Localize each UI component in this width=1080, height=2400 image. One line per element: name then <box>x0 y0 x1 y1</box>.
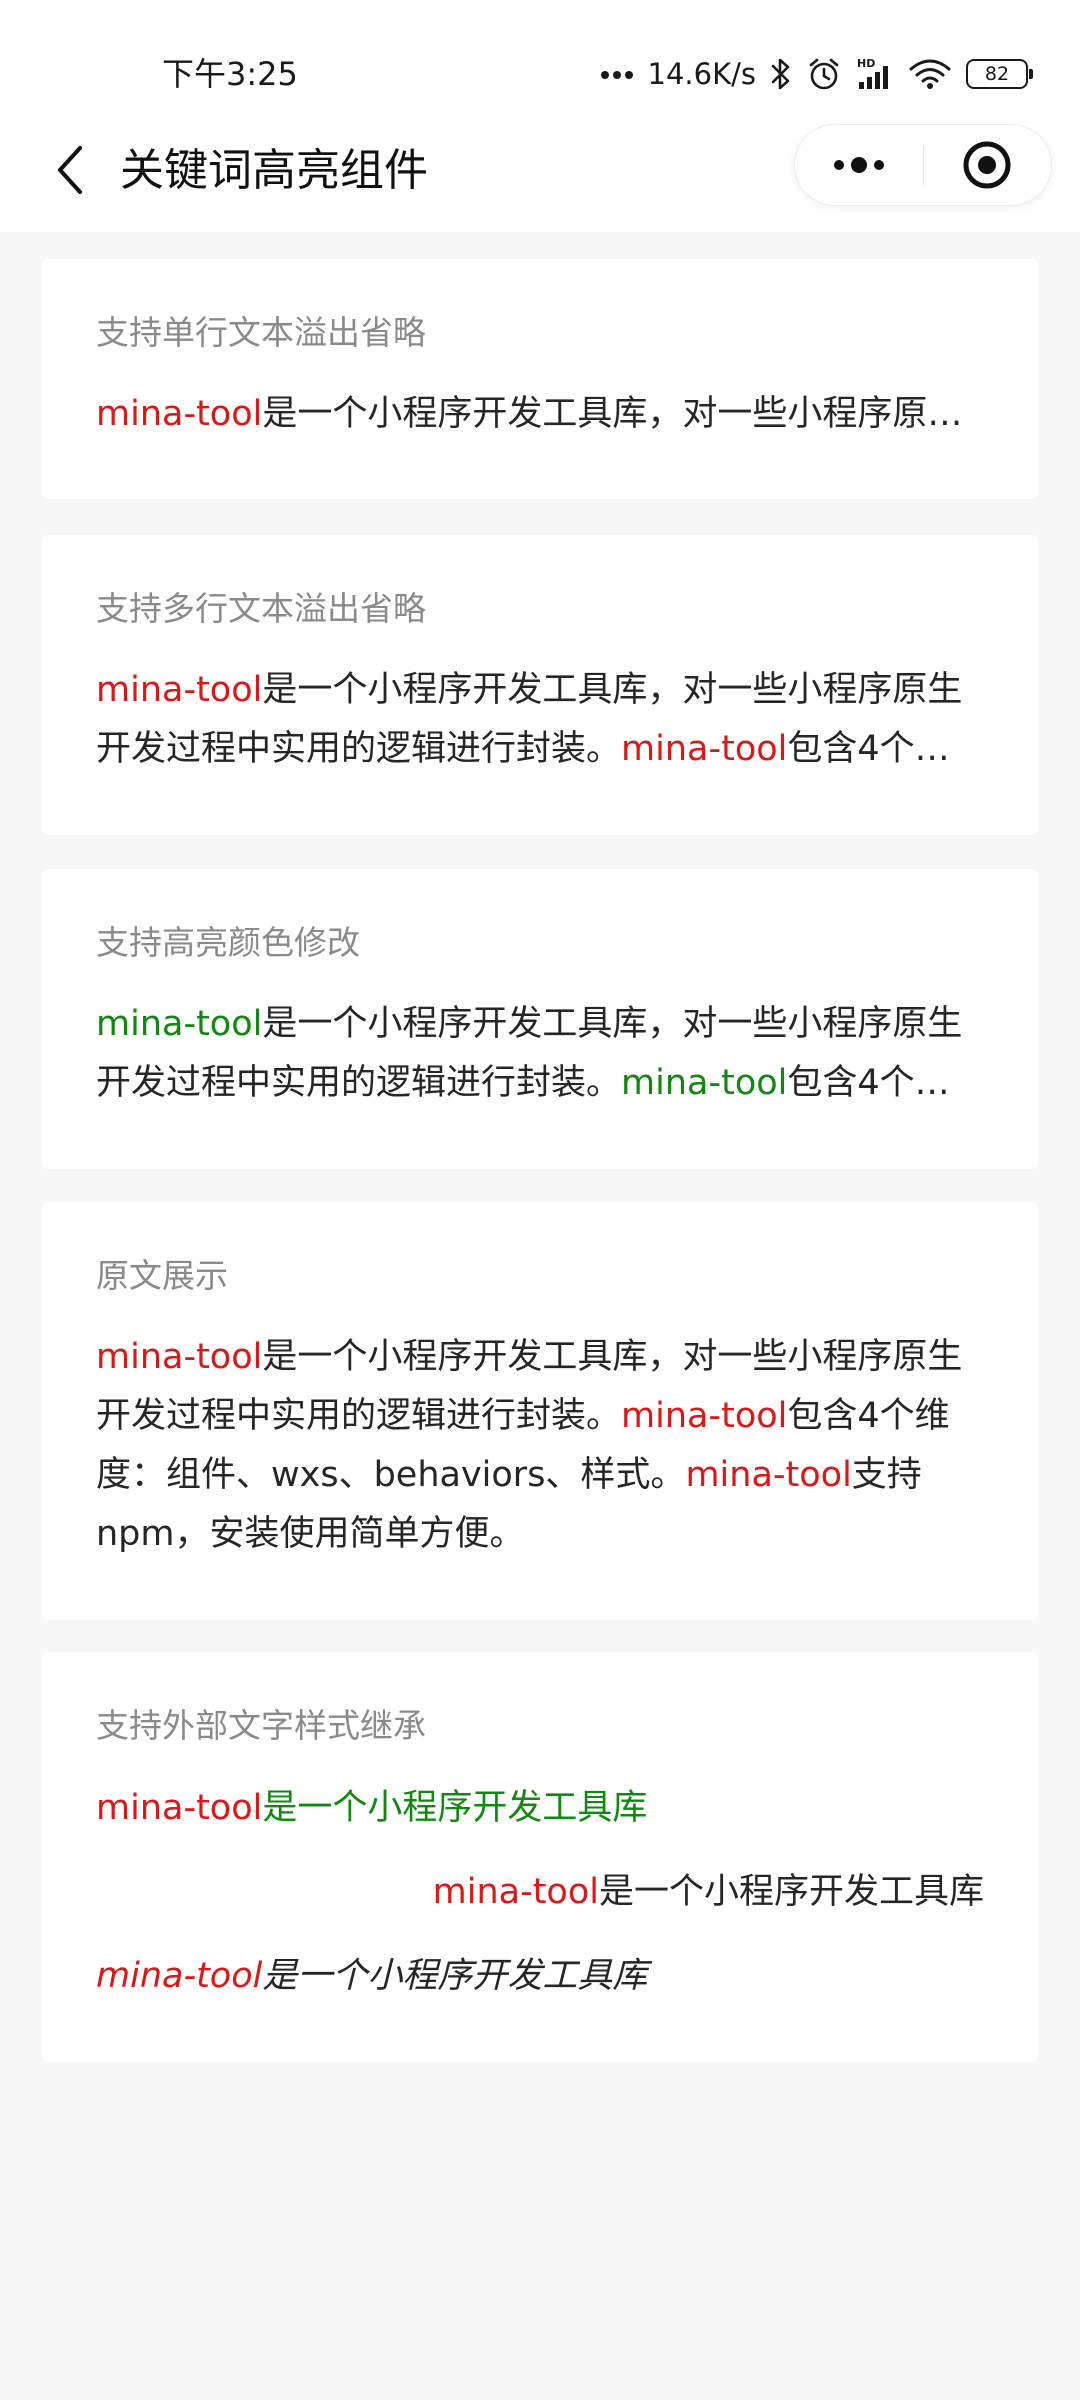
target-circle-icon <box>963 141 1011 189</box>
navigation-bar: 关键词高亮组件 <box>0 110 1080 232</box>
multi-line-ellipsis-card: 支持多行文本溢出省略 mina-tool是一个小程序开发工具库，对一些小程序原生… <box>42 535 1038 835</box>
card-title: 支持多行文本溢出省略 <box>96 589 426 628</box>
highlight-keyword: mina-tool <box>621 729 788 769</box>
page-title: 关键词高亮组件 <box>120 145 428 196</box>
close-mini-program-button[interactable] <box>924 125 1052 205</box>
back-button[interactable] <box>30 130 110 210</box>
highlight-keyword: mina-tool <box>685 1455 852 1495</box>
highlight-keyword: mina-tool <box>96 394 263 434</box>
wifi-icon <box>908 50 952 98</box>
card-title: 原文展示 <box>96 1256 228 1295</box>
status-time: 下午3:25 <box>162 55 298 93</box>
original-text-card: 原文展示 mina-tool是一个小程序开发工具库，对一些小程序原生开发过程中实… <box>42 1202 1038 1620</box>
more-options-button[interactable] <box>795 125 923 205</box>
highlight-keyword: mina-tool <box>432 1872 599 1912</box>
bluetooth-icon <box>770 50 792 98</box>
highlight-keyword: mina-tool <box>96 1788 263 1828</box>
highlight-keyword: mina-tool <box>96 1004 263 1044</box>
highlight-keyword: mina-tool <box>621 1396 788 1436</box>
more-dots-icon <box>600 50 634 98</box>
alarm-icon <box>806 50 842 98</box>
inherit-style-card: 支持外部文字样式继承 mina-tool是一个小程序开发工具库 mina-too… <box>42 1652 1038 2062</box>
hd-signal-icon: HD <box>856 50 894 98</box>
svg-text:HD: HD <box>857 57 875 70</box>
status-bar: 下午3:25 14.6K/s HD 82 <box>0 0 1080 110</box>
plain-text: 是一个小程序开发工具库 <box>262 1788 648 1828</box>
inherit-align-line: mina-tool是一个小程序开发工具库 <box>96 1862 984 1922</box>
highlight-text: mina-tool是一个小程序开发工具库，对一些小程序原生开发过程中实用的逻辑进… <box>96 661 984 779</box>
single-line-ellipsis-card: 支持单行文本溢出省略 mina-tool是一个小程序开发工具库，对一些小程序原生… <box>42 259 1038 499</box>
more-options-icon <box>833 157 884 173</box>
mini-program-capsule <box>794 124 1052 206</box>
plain-text: 是一个小程序开发工具库 <box>598 1872 984 1912</box>
highlight-keyword: mina-tool <box>96 670 263 710</box>
card-title: 支持外部文字样式继承 <box>96 1706 426 1745</box>
highlight-keyword: mina-tool <box>96 1956 263 1996</box>
highlight-text: mina-tool是一个小程序开发工具库，对一些小程序原生开发过程中实用的逻辑进… <box>96 995 984 1113</box>
plain-text: 是一个小程序开发工具库 <box>262 1956 648 1996</box>
network-speed: 14.6K/s <box>647 57 756 91</box>
chevron-left-icon <box>58 146 82 194</box>
highlight-text: mina-tool是一个小程序开发工具库，对一些小程序原生开发过程中实用的逻辑进… <box>96 1328 984 1564</box>
status-icons: 14.6K/s HD 82 <box>600 50 1033 98</box>
plain-text: 是一个小程序开发工具库，对一些小程序原生开发过程中实用的逻辑进行封装。 <box>262 394 984 434</box>
battery-level: 82 <box>984 63 1010 85</box>
highlight-keyword: mina-tool <box>96 1337 263 1377</box>
card-title: 支持单行文本溢出省略 <box>96 313 426 352</box>
battery-icon: 82 <box>966 50 1033 98</box>
inherit-color-line: mina-tool是一个小程序开发工具库 <box>96 1778 984 1838</box>
highlight-text: mina-tool是一个小程序开发工具库，对一些小程序原生开发过程中实用的逻辑进… <box>96 385 984 444</box>
card-title: 支持高亮颜色修改 <box>96 923 360 962</box>
inherit-italic-line: mina-tool是一个小程序开发工具库 <box>96 1946 984 2006</box>
highlight-keyword: mina-tool <box>621 1063 788 1103</box>
highlight-color-card: 支持高亮颜色修改 mina-tool是一个小程序开发工具库，对一些小程序原生开发… <box>42 869 1038 1169</box>
